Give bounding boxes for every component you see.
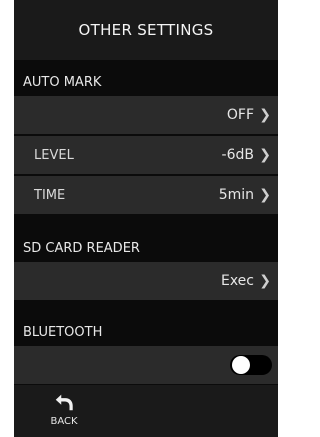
chevron-right-icon: ❯: [259, 107, 271, 123]
page-title-text: OTHER SETTINGS: [78, 21, 214, 39]
chevron-right-icon: ❯: [259, 187, 271, 203]
back-label: BACK: [50, 416, 78, 427]
auto-mark-time-row[interactable]: TIME 5min ❯: [14, 176, 278, 214]
back-arrow-icon: [55, 394, 73, 411]
section-label-sd-card-reader: SD CARD READER: [23, 241, 140, 256]
auto-mark-mode-row[interactable]: OFF ❯: [14, 96, 278, 134]
bottom-bar: BACK: [14, 385, 278, 437]
sd-card-reader-value: Exec: [220, 273, 254, 289]
auto-mark-mode-value: OFF: [226, 107, 254, 123]
page-title: OTHER SETTINGS: [14, 0, 278, 60]
auto-mark-level-label: LEVEL: [34, 147, 74, 163]
toggle-knob: [232, 356, 250, 374]
chevron-right-icon: ❯: [259, 273, 271, 289]
back-button[interactable]: BACK: [44, 391, 84, 435]
section-label-bluetooth: BLUETOOTH: [23, 325, 103, 340]
chevron-right-icon: ❯: [259, 147, 271, 163]
section-label-auto-mark: AUTO MARK: [23, 75, 102, 90]
auto-mark-level-row[interactable]: LEVEL -6dB ❯: [14, 136, 278, 174]
auto-mark-time-label: TIME: [34, 187, 66, 203]
settings-screen: OTHER SETTINGS AUTO MARK OFF ❯ LEVEL -6d…: [14, 0, 278, 437]
auto-mark-level-value: -6dB: [221, 147, 254, 163]
bluetooth-toggle[interactable]: [230, 355, 272, 375]
sd-card-reader-row[interactable]: Exec ❯: [14, 262, 278, 300]
bluetooth-row: [14, 346, 278, 384]
auto-mark-time-value: 5min: [218, 187, 254, 203]
